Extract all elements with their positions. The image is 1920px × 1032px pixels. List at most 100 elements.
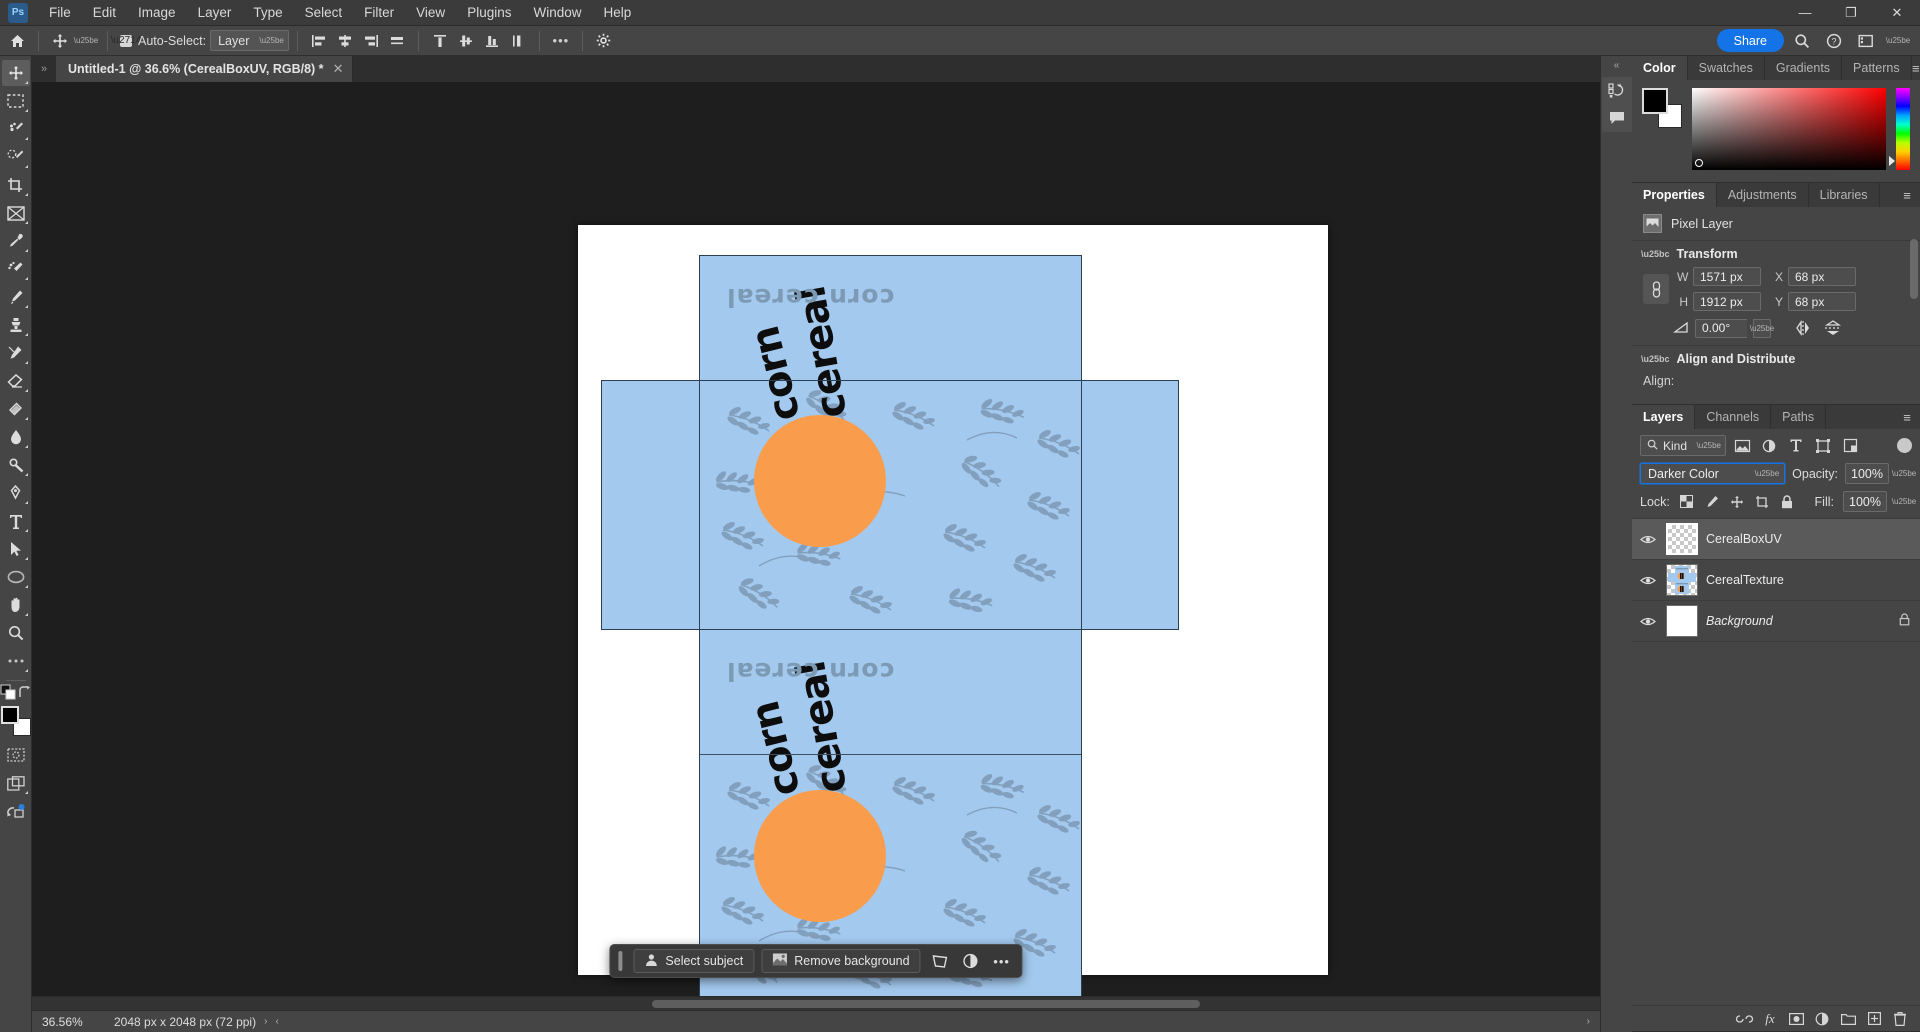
tool-ellipse-tool[interactable] (2, 564, 30, 590)
history-icon[interactable] (1604, 80, 1630, 102)
collapse-panels-icon[interactable]: « (1601, 56, 1633, 74)
transform-section-header[interactable]: \u25bc Transform (1632, 240, 1920, 265)
canvas-viewport[interactable]: corn cereal corn cereal corn cereal corn… (32, 82, 1600, 996)
layer-name[interactable]: Background (1706, 614, 1773, 628)
width-input[interactable]: 1571 px (1693, 267, 1761, 286)
gear-icon[interactable] (591, 29, 617, 53)
lock-artboard-nesting-icon[interactable] (1754, 494, 1770, 510)
remove-background-button[interactable]: Remove background (761, 949, 921, 973)
more-options-icon[interactable]: ••• (990, 949, 1014, 973)
hue-slider-marker[interactable] (1889, 156, 1895, 166)
tab-paths[interactable]: Paths (1771, 405, 1827, 429)
share-image-icon[interactable] (2, 798, 30, 824)
tool-eraser-tool[interactable] (2, 368, 30, 394)
layer-name[interactable]: CerealBoxUV (1706, 532, 1782, 546)
foreground-color-swatch[interactable] (0, 706, 19, 724)
tool-gradient-tool[interactable] (2, 396, 30, 422)
layer-style-icon[interactable]: fx (1758, 1008, 1782, 1030)
filter-smart-object-icon[interactable] (1839, 435, 1861, 456)
properties-panel-menu-icon[interactable]: ≡ (1894, 183, 1920, 207)
new-fill-adjustment-icon[interactable] (1810, 1008, 1834, 1030)
tool-crop-tool[interactable] (2, 172, 30, 198)
tool-path-selection-tool[interactable] (2, 536, 30, 562)
lock-transparent-pixels-icon[interactable] (1679, 494, 1695, 510)
tool-type-tool[interactable] (2, 508, 30, 534)
filter-adjustment-icon[interactable] (1758, 435, 1780, 456)
color-field-picker[interactable] (1695, 159, 1703, 167)
filter-shape-icon[interactable] (1812, 435, 1834, 456)
align-distribute-section-header[interactable]: \u25bc Align and Distribute (1632, 345, 1920, 370)
new-group-icon[interactable] (1836, 1008, 1860, 1030)
align-vertical-centers-icon[interactable] (453, 29, 479, 53)
default-colors-icon[interactable] (0, 684, 15, 702)
search-icon[interactable] (1788, 29, 1816, 53)
auto-select-checkbox[interactable]: \u2714 Auto-Select: (111, 34, 210, 48)
layer-visibility-toggle[interactable] (1638, 570, 1658, 590)
move-tool-icon[interactable] (47, 29, 73, 53)
tool-eyedropper-tool[interactable] (2, 228, 30, 254)
tool-history-brush-tool[interactable] (2, 340, 30, 366)
tool-spot-healing-brush-tool[interactable] (2, 256, 30, 282)
table-row[interactable]: CerealBoxUV (1632, 519, 1920, 560)
layer-visibility-toggle[interactable] (1638, 529, 1658, 549)
tab-patterns[interactable]: Patterns (1842, 56, 1912, 80)
tool-preset-chevron-down-icon[interactable]: \u25be (73, 29, 99, 53)
minimize-button[interactable]: — (1782, 0, 1828, 26)
lock-all-icon[interactable] (1779, 494, 1795, 510)
filter-pixel-icon[interactable] (1731, 435, 1753, 456)
status-right-arrow-icon[interactable]: › (1587, 1016, 1600, 1027)
color-panel-menu-icon[interactable]: ≡ (1912, 56, 1920, 80)
rotation-chevron-down-icon[interactable]: \u25be (1750, 318, 1774, 338)
link-layers-icon[interactable] (1732, 1008, 1756, 1030)
color-panel-swatches[interactable] (1642, 88, 1682, 128)
fill-input[interactable]: 100% (1843, 491, 1887, 512)
tool-dodge-tool[interactable] (2, 452, 30, 478)
tab-layers[interactable]: Layers (1632, 405, 1696, 429)
close-button[interactable]: ✕ (1874, 0, 1920, 26)
close-icon[interactable]: ✕ (333, 61, 344, 77)
tool-edit-toolbar[interactable] (2, 648, 30, 674)
maximize-button[interactable]: ❐ (1828, 0, 1874, 26)
tab-libraries[interactable]: Libraries (1809, 183, 1880, 207)
fill-chevron-down-icon[interactable]: \u25be (1892, 491, 1916, 512)
blend-mode-select[interactable]: Darker Color \u25be (1640, 463, 1786, 484)
menu-file[interactable]: File (38, 1, 82, 24)
layer-thumbnail[interactable] (1666, 564, 1698, 596)
tool-brush-tool[interactable] (2, 284, 30, 310)
menu-layer[interactable]: Layer (187, 1, 243, 24)
adjustment-layer-icon[interactable] (959, 949, 983, 973)
align-horizontal-centers-icon[interactable] (332, 29, 358, 53)
quick-mask-icon[interactable] (2, 742, 30, 768)
new-layer-icon[interactable] (1862, 1008, 1886, 1030)
properties-scrollbar[interactable] (1910, 227, 1918, 347)
menu-view[interactable]: View (405, 1, 456, 24)
tool-rectangular-marquee-tool[interactable] (2, 88, 30, 114)
tool-lasso-tool[interactable] (2, 144, 30, 170)
opacity-chevron-down-icon[interactable]: \u25be (1892, 463, 1916, 484)
tab-color[interactable]: Color (1632, 56, 1688, 80)
color-field[interactable] (1692, 88, 1886, 170)
color-swatches[interactable] (0, 706, 31, 736)
tool-clone-stamp-tool[interactable] (2, 312, 30, 338)
document-tab[interactable]: Untitled-1 @ 36.6% (CerealBoxUV, RGB/8) … (56, 56, 354, 82)
layer-list[interactable]: CerealBoxUV CerealTexture Background (1632, 518, 1920, 1005)
lock-image-pixels-icon[interactable] (1704, 494, 1720, 510)
tool-zoom-tool[interactable] (2, 620, 30, 646)
contextual-task-bar[interactable]: Select subject Remove background ••• (609, 944, 1023, 978)
menu-plugins[interactable]: Plugins (456, 1, 522, 24)
flip-horizontal-icon[interactable] (1791, 318, 1815, 338)
properties-scrollbar-thumb[interactable] (1910, 239, 1918, 299)
link-constrain-icon[interactable] (1643, 274, 1669, 304)
delete-layer-icon[interactable] (1888, 1008, 1912, 1030)
menu-select[interactable]: Select (294, 1, 354, 24)
comments-icon[interactable] (1604, 107, 1630, 129)
x-input[interactable]: 68 px (1788, 267, 1856, 286)
layer-thumbnail[interactable] (1666, 605, 1698, 637)
workspace-chevron-down-icon[interactable]: \u25be (1884, 29, 1912, 53)
height-input[interactable]: 1912 px (1693, 292, 1761, 311)
screen-mode-icon[interactable] (2, 770, 30, 796)
tab-gradients[interactable]: Gradients (1765, 56, 1843, 80)
lock-position-icon[interactable] (1729, 494, 1745, 510)
menu-image[interactable]: Image (127, 1, 187, 24)
tab-swatches[interactable]: Swatches (1688, 56, 1765, 80)
